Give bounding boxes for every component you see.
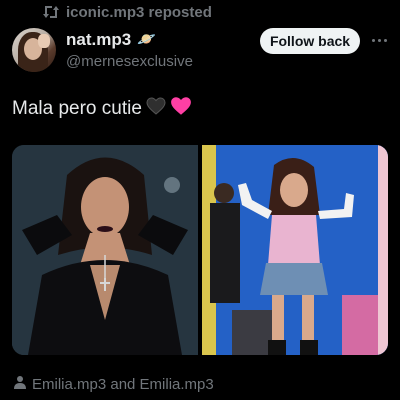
author-display-name[interactable]: nat.mp3 🪐 (66, 30, 193, 50)
pink-heart-icon (170, 96, 192, 122)
photo-right[interactable] (202, 145, 388, 355)
post-media (12, 145, 388, 355)
post-text-content: Mala pero cutie (12, 98, 142, 119)
follow-back-button[interactable]: Follow back (260, 28, 360, 54)
dot (377, 38, 381, 42)
tagged-users[interactable]: Emilia.mp3 and Emilia.mp3 (14, 374, 214, 394)
photo-right-illustration (202, 145, 388, 355)
photo-left-illustration (12, 145, 198, 355)
dot (383, 38, 387, 42)
repost-text: iconic.mp3 reposted (66, 3, 212, 21)
tagged-users-text: Emilia.mp3 and Emilia.mp3 (32, 375, 214, 393)
post-text: Mala pero cutie (12, 96, 192, 122)
person-icon (14, 375, 26, 393)
avatar-hand (38, 34, 50, 48)
dot (371, 38, 375, 42)
photo-left[interactable] (12, 145, 198, 355)
author-name-text: nat.mp3 (66, 30, 132, 49)
author-handle[interactable]: @mernesexclusive (66, 53, 193, 71)
repost-icon (42, 5, 60, 19)
avatar[interactable] (12, 28, 56, 72)
author-info[interactable]: nat.mp3 🪐 @mernesexclusive (66, 30, 193, 71)
repost-indicator[interactable]: iconic.mp3 reposted (42, 2, 212, 22)
more-options-icon[interactable] (368, 32, 390, 48)
planet-emoji-icon: 🪐 (137, 31, 156, 48)
black-heart-icon (146, 97, 166, 121)
